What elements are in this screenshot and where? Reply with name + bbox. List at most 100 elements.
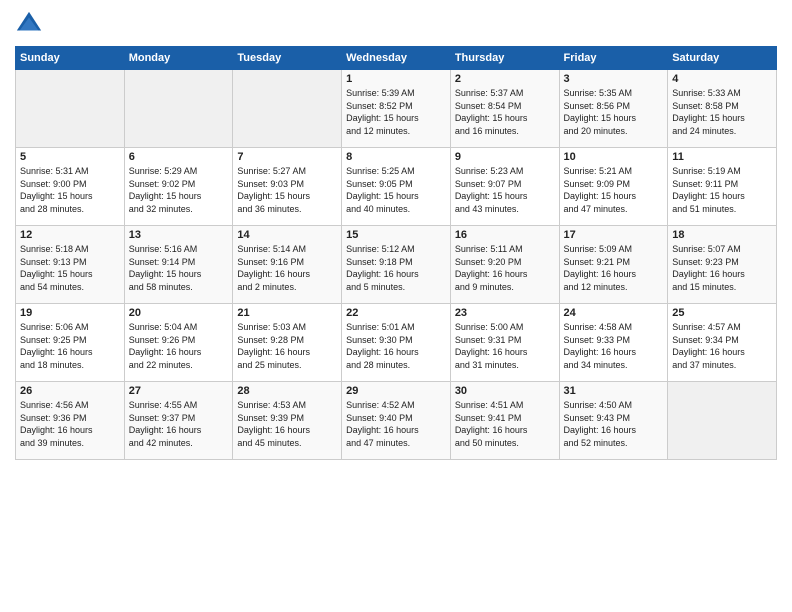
- calendar-cell: 21 Sunrise: 5:03 AMSunset: 9:28 PMDayligh…: [233, 304, 342, 382]
- day-number: 26: [20, 385, 120, 397]
- day-info: Sunrise: 5:14 AMSunset: 9:16 PMDaylight:…: [237, 243, 337, 293]
- day-number: 30: [455, 385, 555, 397]
- day-number: 17: [564, 229, 664, 241]
- header-day-wednesday: Wednesday: [342, 47, 451, 70]
- page: SundayMondayTuesdayWednesdayThursdayFrid…: [0, 0, 792, 470]
- calendar-cell: 18 Sunrise: 5:07 AMSunset: 9:23 PMDayligh…: [668, 226, 777, 304]
- day-info: Sunrise: 5:16 AMSunset: 9:14 PMDaylight:…: [129, 243, 229, 293]
- calendar-cell: 13Sunrise: 5:16 AMSunset: 9:14 PMDayligh…: [124, 226, 233, 304]
- day-info: Sunrise: 5:01 AMSunset: 9:30 PMDaylight:…: [346, 321, 446, 371]
- day-info: Sunrise: 5:07 AMSunset: 9:23 PMDaylight:…: [672, 243, 772, 293]
- header-day-thursday: Thursday: [450, 47, 559, 70]
- header-day-tuesday: Tuesday: [233, 47, 342, 70]
- calendar-cell: 8 Sunrise: 5:25 AMSunset: 9:05 PMDaylight…: [342, 148, 451, 226]
- day-number: 14: [237, 229, 337, 241]
- day-info: Sunrise: 5:29 AMSunset: 9:02 PMDaylight:…: [129, 165, 229, 215]
- calendar-cell: 16 Sunrise: 5:11 AMSunset: 9:20 PMDayligh…: [450, 226, 559, 304]
- logo: [15, 10, 47, 38]
- day-info: Sunrise: 5:18 AMSunset: 9:13 PMDaylight:…: [20, 243, 120, 293]
- calendar-week-4: 26 Sunrise: 4:56 AMSunset: 9:36 PMDayligh…: [16, 382, 777, 460]
- calendar-cell: 10 Sunrise: 5:21 AMSunset: 9:09 PMDayligh…: [559, 148, 668, 226]
- calendar-week-3: 19 Sunrise: 5:06 AMSunset: 9:25 PMDayligh…: [16, 304, 777, 382]
- day-number: 27: [129, 385, 229, 397]
- header-day-sunday: Sunday: [16, 47, 125, 70]
- day-info: Sunrise: 5:27 AMSunset: 9:03 PMDaylight:…: [237, 165, 337, 215]
- day-info: Sunrise: 5:21 AMSunset: 9:09 PMDaylight:…: [564, 165, 664, 215]
- day-number: 18: [672, 229, 772, 241]
- calendar-cell: 22Sunrise: 5:01 AMSunset: 9:30 PMDayligh…: [342, 304, 451, 382]
- calendar-cell: [16, 70, 125, 148]
- day-info: Sunrise: 5:00 AMSunset: 9:31 PMDaylight:…: [455, 321, 555, 371]
- header-day-saturday: Saturday: [668, 47, 777, 70]
- calendar-cell: 23 Sunrise: 5:00 AMSunset: 9:31 PMDayligh…: [450, 304, 559, 382]
- day-info: Sunrise: 4:57 AMSunset: 9:34 PMDaylight:…: [672, 321, 772, 371]
- day-info: Sunrise: 4:53 AMSunset: 9:39 PMDaylight:…: [237, 399, 337, 449]
- header-row: SundayMondayTuesdayWednesdayThursdayFrid…: [16, 47, 777, 70]
- day-number: 20: [129, 307, 229, 319]
- calendar-cell: [124, 70, 233, 148]
- calendar-cell: 15 Sunrise: 5:12 AMSunset: 9:18 PMDayligh…: [342, 226, 451, 304]
- day-number: 24: [564, 307, 664, 319]
- day-number: 1: [346, 73, 446, 85]
- day-number: 10: [564, 151, 664, 163]
- day-info: Sunrise: 5:37 AMSunset: 8:54 PMDaylight:…: [455, 87, 555, 137]
- calendar-cell: 25 Sunrise: 4:57 AMSunset: 9:34 PMDayligh…: [668, 304, 777, 382]
- day-info: Sunrise: 5:12 AMSunset: 9:18 PMDaylight:…: [346, 243, 446, 293]
- calendar-cell: 30Sunrise: 4:51 AMSunset: 9:41 PMDayligh…: [450, 382, 559, 460]
- day-info: Sunrise: 5:04 AMSunset: 9:26 PMDaylight:…: [129, 321, 229, 371]
- day-number: 3: [564, 73, 664, 85]
- calendar-body: 1 Sunrise: 5:39 AMSunset: 8:52 PMDaylight…: [16, 70, 777, 460]
- day-number: 5: [20, 151, 120, 163]
- day-info: Sunrise: 5:39 AMSunset: 8:52 PMDaylight:…: [346, 87, 446, 137]
- day-number: 6: [129, 151, 229, 163]
- day-number: 9: [455, 151, 555, 163]
- day-info: Sunrise: 4:52 AMSunset: 9:40 PMDaylight:…: [346, 399, 446, 449]
- day-info: Sunrise: 5:11 AMSunset: 9:20 PMDaylight:…: [455, 243, 555, 293]
- day-info: Sunrise: 4:50 AMSunset: 9:43 PMDaylight:…: [564, 399, 664, 449]
- day-info: Sunrise: 5:19 AMSunset: 9:11 PMDaylight:…: [672, 165, 772, 215]
- day-info: Sunrise: 5:06 AMSunset: 9:25 PMDaylight:…: [20, 321, 120, 371]
- calendar-cell: [668, 382, 777, 460]
- calendar-cell: 14 Sunrise: 5:14 AMSunset: 9:16 PMDayligh…: [233, 226, 342, 304]
- day-number: 23: [455, 307, 555, 319]
- day-number: 12: [20, 229, 120, 241]
- day-number: 25: [672, 307, 772, 319]
- calendar-cell: 29 Sunrise: 4:52 AMSunset: 9:40 PMDayligh…: [342, 382, 451, 460]
- day-info: Sunrise: 4:55 AMSunset: 9:37 PMDaylight:…: [129, 399, 229, 449]
- calendar-cell: 28 Sunrise: 4:53 AMSunset: 9:39 PMDayligh…: [233, 382, 342, 460]
- header-day-monday: Monday: [124, 47, 233, 70]
- calendar-week-2: 12 Sunrise: 5:18 AMSunset: 9:13 PMDayligh…: [16, 226, 777, 304]
- day-info: Sunrise: 4:58 AMSunset: 9:33 PMDaylight:…: [564, 321, 664, 371]
- calendar-cell: 4Sunrise: 5:33 AMSunset: 8:58 PMDaylight…: [668, 70, 777, 148]
- day-number: 2: [455, 73, 555, 85]
- calendar-cell: 11 Sunrise: 5:19 AMSunset: 9:11 PMDayligh…: [668, 148, 777, 226]
- header: [15, 10, 777, 38]
- day-number: 16: [455, 229, 555, 241]
- day-info: Sunrise: 5:25 AMSunset: 9:05 PMDaylight:…: [346, 165, 446, 215]
- day-number: 19: [20, 307, 120, 319]
- header-day-friday: Friday: [559, 47, 668, 70]
- calendar-cell: 19 Sunrise: 5:06 AMSunset: 9:25 PMDayligh…: [16, 304, 125, 382]
- day-info: Sunrise: 5:09 AMSunset: 9:21 PMDaylight:…: [564, 243, 664, 293]
- logo-icon: [15, 10, 43, 38]
- day-info: Sunrise: 5:31 AMSunset: 9:00 PMDaylight:…: [20, 165, 120, 215]
- day-info: Sunrise: 4:56 AMSunset: 9:36 PMDaylight:…: [20, 399, 120, 449]
- day-number: 28: [237, 385, 337, 397]
- calendar-header: SundayMondayTuesdayWednesdayThursdayFrid…: [16, 47, 777, 70]
- day-number: 29: [346, 385, 446, 397]
- calendar-week-0: 1 Sunrise: 5:39 AMSunset: 8:52 PMDaylight…: [16, 70, 777, 148]
- day-number: 21: [237, 307, 337, 319]
- day-number: 15: [346, 229, 446, 241]
- day-number: 7: [237, 151, 337, 163]
- calendar-cell: 1 Sunrise: 5:39 AMSunset: 8:52 PMDaylight…: [342, 70, 451, 148]
- calendar-cell: 2 Sunrise: 5:37 AMSunset: 8:54 PMDaylight…: [450, 70, 559, 148]
- day-number: 8: [346, 151, 446, 163]
- day-number: 4: [672, 73, 772, 85]
- day-number: 31: [564, 385, 664, 397]
- day-number: 11: [672, 151, 772, 163]
- calendar-cell: 17 Sunrise: 5:09 AMSunset: 9:21 PMDayligh…: [559, 226, 668, 304]
- calendar-cell: 7 Sunrise: 5:27 AMSunset: 9:03 PMDaylight…: [233, 148, 342, 226]
- calendar-cell: 12 Sunrise: 5:18 AMSunset: 9:13 PMDayligh…: [16, 226, 125, 304]
- day-info: Sunrise: 5:03 AMSunset: 9:28 PMDaylight:…: [237, 321, 337, 371]
- calendar-week-1: 5 Sunrise: 5:31 AMSunset: 9:00 PMDaylight…: [16, 148, 777, 226]
